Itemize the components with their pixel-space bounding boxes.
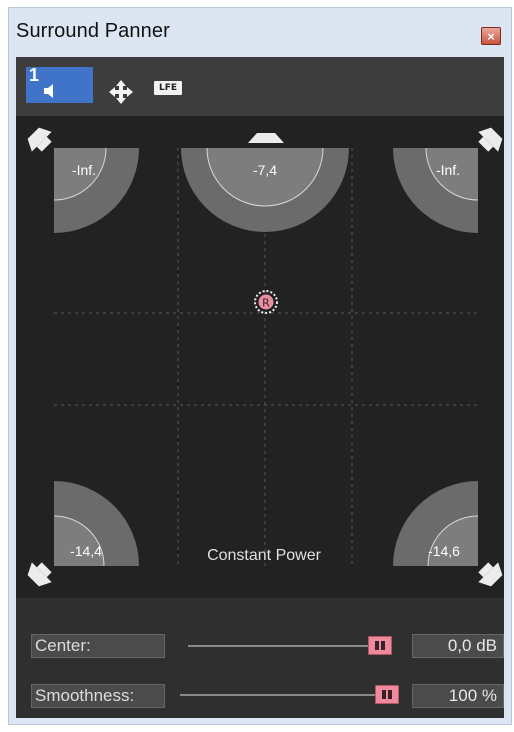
panner-graphic: R bbox=[27, 127, 503, 587]
front-right-level: -Inf. bbox=[435, 162, 461, 178]
rear-right-level: -14,6 bbox=[428, 543, 460, 559]
speaker-icon bbox=[44, 84, 53, 98]
rear-left-speaker-icon bbox=[27, 562, 52, 587]
surround-field[interactable]: R -Inf. -7,4 -Inf. -14,4 -14,6 Constant … bbox=[16, 116, 504, 598]
controls-panel: Center: 0,0 dB Smoothness: 100 % bbox=[16, 598, 504, 718]
pan-mode-label[interactable]: Constant Power bbox=[171, 547, 357, 565]
pan-position-marker: R bbox=[254, 290, 278, 314]
front-left-level: -Inf. bbox=[71, 162, 97, 178]
smoothness-label: Smoothness: bbox=[31, 684, 165, 708]
rear-left-level: -14,4 bbox=[70, 543, 102, 559]
close-button[interactable]: × bbox=[481, 27, 501, 45]
lfe-button[interactable]: LFE bbox=[154, 81, 182, 95]
move-arrows-icon[interactable] bbox=[108, 79, 134, 105]
center-value-field[interactable]: 0,0 dB bbox=[412, 634, 504, 658]
front-left-channel-meter bbox=[53, 147, 139, 233]
front-left-speaker-icon bbox=[27, 127, 52, 152]
speaker-mode-button[interactable]: 1 bbox=[26, 65, 93, 103]
center-slider-thumb[interactable] bbox=[368, 636, 392, 655]
front-right-channel-meter bbox=[393, 147, 479, 233]
pan-marker-label: R bbox=[262, 297, 270, 310]
smoothness-slider-track[interactable] bbox=[180, 694, 388, 696]
center-channel-meter bbox=[181, 147, 349, 232]
center-level: -7,4 bbox=[252, 162, 278, 178]
center-label: Center: bbox=[31, 634, 165, 658]
window-title: Surround Panner bbox=[16, 20, 170, 42]
toolbar: 1 LFE bbox=[16, 57, 504, 116]
smoothness-value-field[interactable]: 100 % bbox=[412, 684, 504, 708]
smoothness-slider-thumb[interactable] bbox=[375, 685, 399, 704]
center-slider-track[interactable] bbox=[188, 645, 378, 647]
speaker-number: 1 bbox=[29, 65, 40, 85]
center-speaker-icon bbox=[248, 133, 284, 143]
